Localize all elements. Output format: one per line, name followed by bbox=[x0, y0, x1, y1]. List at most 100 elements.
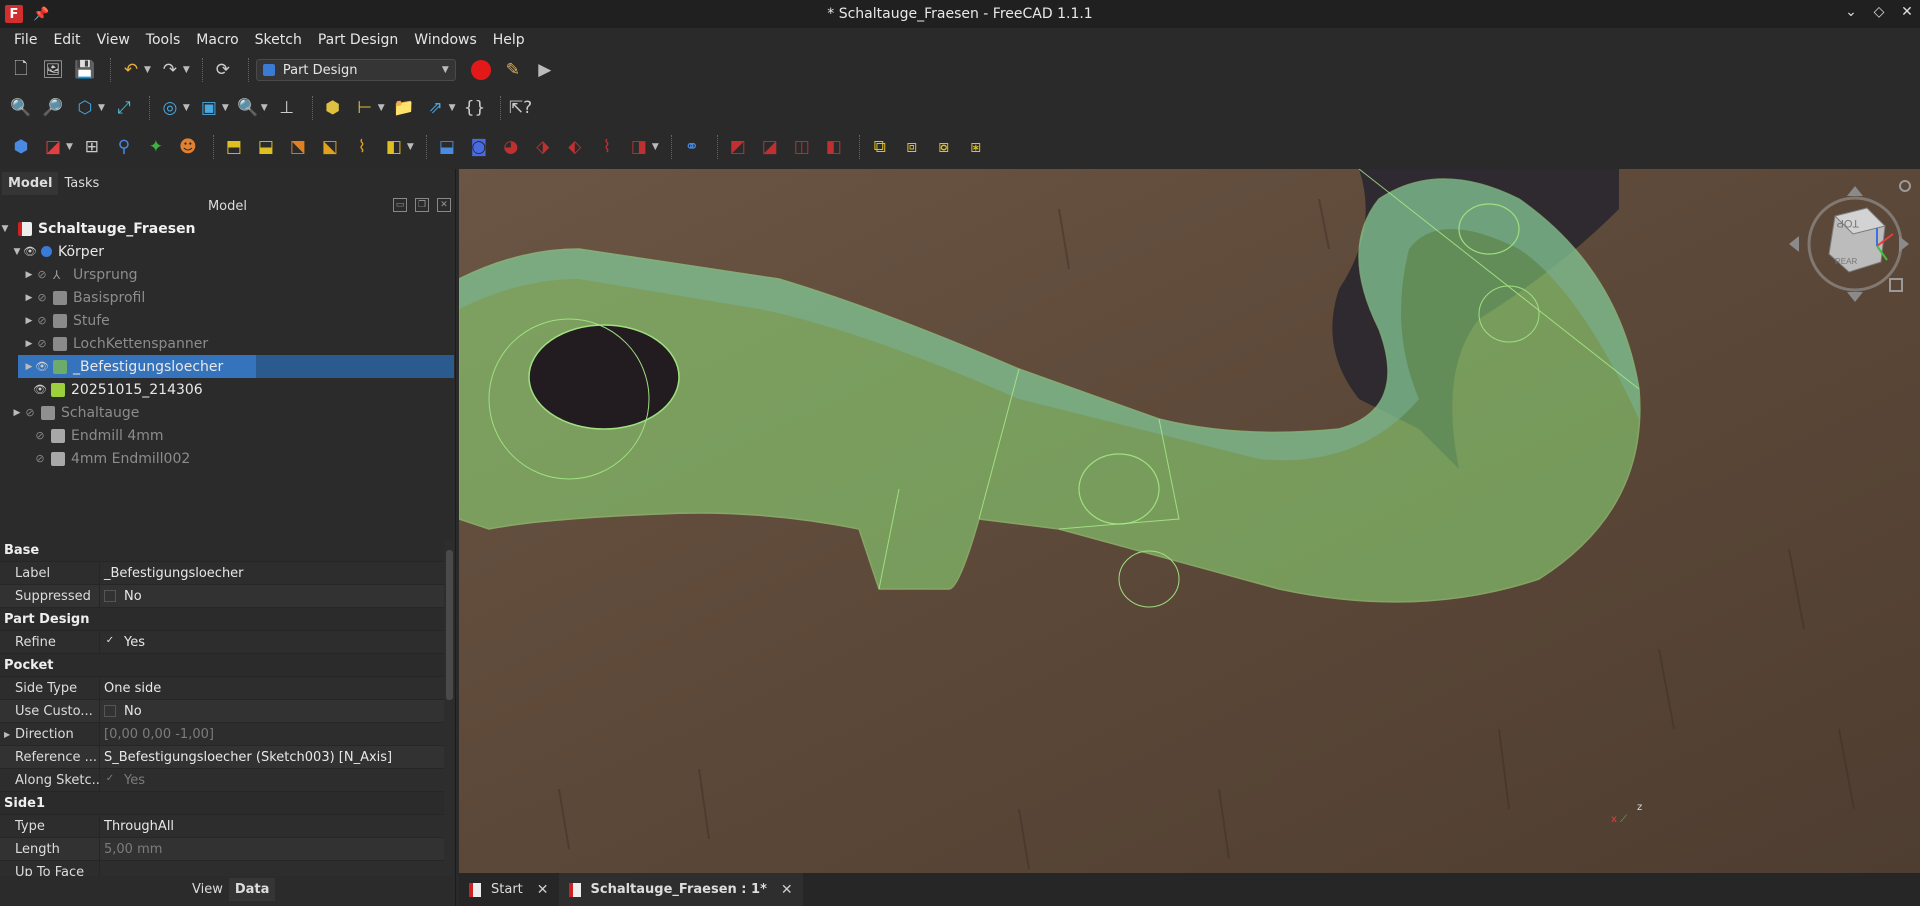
property-value-label[interactable]: _Befestigungsloecher bbox=[100, 566, 244, 581]
expand-arrow-icon[interactable]: ▶ bbox=[24, 270, 34, 280]
multi-transform-icon[interactable]: ⧆ bbox=[963, 134, 989, 160]
draft-icon[interactable]: ◫ bbox=[789, 134, 815, 160]
hidden-eye-icon[interactable]: ⊘ bbox=[32, 429, 48, 442]
menu-file[interactable]: File bbox=[6, 32, 45, 48]
hidden-eye-icon[interactable]: ⊘ bbox=[32, 452, 48, 465]
validate-sketch-icon[interactable]: ⊞ bbox=[79, 134, 105, 160]
tab-start[interactable]: Start ✕ bbox=[459, 873, 559, 906]
hidden-eye-icon[interactable]: ⊘ bbox=[22, 406, 38, 419]
subtractive-primitive-icon[interactable]: ◨ bbox=[626, 134, 652, 160]
tab-view[interactable]: View bbox=[186, 878, 229, 901]
variable-set-icon[interactable]: {} bbox=[462, 95, 488, 121]
property-row-label[interactable]: Label _Befestigungsloecher bbox=[0, 561, 446, 585]
property-row-length[interactable]: Length 5,00 mm bbox=[0, 837, 446, 861]
part-icon[interactable]: ⬢ bbox=[320, 95, 346, 121]
macro-run-icon[interactable]: ▶ bbox=[532, 57, 558, 83]
property-value-direction[interactable]: [0,00 0,00 -1,00] bbox=[100, 727, 214, 742]
property-value-type[interactable]: ThroughAll bbox=[100, 819, 174, 834]
polar-pattern-icon[interactable]: ⧇ bbox=[931, 134, 957, 160]
additive-primitive-icon[interactable]: ◧ bbox=[381, 134, 407, 160]
nav-up-arrow-icon[interactable] bbox=[1847, 186, 1863, 196]
bounding-box-icon[interactable]: ▣ bbox=[196, 95, 222, 121]
tree-item-document[interactable]: ▼ Schaltauge_Fraesen bbox=[0, 217, 456, 240]
sync-view-icon[interactable]: ⤢ bbox=[111, 95, 137, 121]
expand-arrow-icon[interactable]: ▶ bbox=[24, 339, 34, 349]
standard-views-dropdown-icon[interactable]: ▼ bbox=[98, 103, 105, 113]
nav-view-menu-icon[interactable] bbox=[1889, 278, 1903, 292]
new-document-icon[interactable]: 🗋 bbox=[8, 57, 34, 83]
create-body-icon[interactable]: ⬢ bbox=[8, 134, 34, 160]
revolution-icon[interactable]: ⬓ bbox=[253, 134, 279, 160]
check-geometry-icon[interactable]: ⚲ bbox=[111, 134, 137, 160]
property-group-pocket[interactable]: Pocket bbox=[0, 654, 446, 677]
redo-dropdown-icon[interactable]: ▼ bbox=[183, 65, 190, 75]
subtractive-pipe-icon[interactable]: ⬖ bbox=[562, 134, 588, 160]
link-dropdown-icon[interactable]: ▼ bbox=[449, 103, 456, 113]
navigation-cube[interactable]: TOP REAR bbox=[1785, 176, 1915, 306]
property-value-use-custom[interactable]: No bbox=[100, 704, 142, 719]
property-value-along-sketch[interactable]: ✓ Yes bbox=[100, 773, 145, 788]
pocket-icon[interactable]: ⬓ bbox=[434, 134, 460, 160]
zoom-dropdown-icon[interactable]: ▼ bbox=[261, 103, 268, 113]
property-value-suppressed[interactable]: No bbox=[100, 589, 142, 604]
maximize-button[interactable]: ◇ bbox=[1872, 4, 1886, 20]
workbench-selector[interactable]: Part Design ▼ bbox=[255, 59, 456, 81]
fillet-icon[interactable]: ◩ bbox=[725, 134, 751, 160]
thickness-icon[interactable]: ◧ bbox=[821, 134, 847, 160]
boolean-icon[interactable]: ⚭ bbox=[679, 134, 705, 160]
fit-all-icon[interactable]: 🔍 bbox=[8, 95, 34, 121]
property-value-reference[interactable]: S_Befestigungsloecher (Sketch003) [N_Axi… bbox=[100, 750, 392, 765]
collapse-panel-icon[interactable]: ▭ bbox=[393, 198, 407, 212]
chamfer-icon[interactable]: ◪ bbox=[757, 134, 783, 160]
menu-help[interactable]: Help bbox=[485, 32, 533, 48]
macro-edit-icon[interactable]: ✎ bbox=[500, 57, 526, 83]
visibility-eye-icon[interactable]: 👁 bbox=[34, 360, 50, 373]
tree-item-endmill002[interactable]: ⊘ 4mm Endmill002 bbox=[0, 447, 456, 470]
property-scrollbar[interactable] bbox=[444, 540, 454, 876]
mirrored-icon[interactable]: ⧉ bbox=[867, 134, 893, 160]
pad-icon[interactable]: ⬒ bbox=[221, 134, 247, 160]
hidden-eye-icon[interactable]: ⊘ bbox=[34, 314, 50, 327]
property-row-along-sketch[interactable]: Along Sketc... ✓ Yes bbox=[0, 768, 446, 792]
property-row-refine[interactable]: Refine ✓ Yes bbox=[0, 630, 446, 654]
open-document-icon[interactable]: 🖼 bbox=[40, 57, 66, 83]
hidden-eye-icon[interactable]: ⊘ bbox=[34, 268, 50, 281]
bounding-box-dropdown-icon[interactable]: ▼ bbox=[222, 103, 229, 113]
additive-helix-icon[interactable]: ⌇ bbox=[349, 134, 375, 160]
additive-pipe-icon[interactable]: ⬕ bbox=[317, 134, 343, 160]
shape-binder-icon[interactable]: ☻ bbox=[175, 134, 201, 160]
standard-views-icon[interactable]: ⬡ bbox=[72, 95, 98, 121]
property-value-side-type[interactable]: One side bbox=[100, 681, 161, 696]
hidden-eye-icon[interactable]: ⊘ bbox=[34, 291, 50, 304]
additive-primitive-dropdown-icon[interactable]: ▼ bbox=[407, 142, 414, 152]
expand-arrow-icon[interactable]: ▶ bbox=[4, 723, 10, 746]
visibility-eye-icon[interactable]: 👁 bbox=[32, 383, 48, 396]
menu-sketch[interactable]: Sketch bbox=[247, 32, 310, 48]
property-group-part-design[interactable]: Part Design bbox=[0, 608, 446, 631]
tree-item-lochkettenspanner[interactable]: ▶ ⊘ LochKettenspanner bbox=[0, 332, 456, 355]
nav-right-arrow-icon[interactable] bbox=[1899, 236, 1909, 252]
scrollbar-thumb[interactable] bbox=[446, 550, 453, 700]
expand-arrow-icon[interactable]: ▶ bbox=[24, 316, 34, 326]
property-row-use-custom[interactable]: Use Custo... No bbox=[0, 699, 446, 723]
subtractive-loft-icon[interactable]: ⬗ bbox=[530, 134, 556, 160]
along-sketch-checkbox-checked[interactable]: ✓ bbox=[104, 774, 116, 786]
sketch-dropdown-icon[interactable]: ▼ bbox=[66, 142, 73, 152]
subtractive-helix-icon[interactable]: ⌇ bbox=[594, 134, 620, 160]
nav-down-arrow-icon[interactable] bbox=[1847, 292, 1863, 302]
whats-this-icon[interactable]: ⇱? bbox=[508, 95, 534, 121]
menu-macro[interactable]: Macro bbox=[188, 32, 246, 48]
property-value-refine[interactable]: ✓ Yes bbox=[100, 635, 145, 650]
tree-item-origin[interactable]: ▶ ⊘ ⅄ Ursprung bbox=[0, 263, 456, 286]
nav-left-arrow-icon[interactable] bbox=[1789, 236, 1799, 252]
clone-icon[interactable]: ✦ bbox=[143, 134, 169, 160]
3d-viewport[interactable]: x ⟋ z bbox=[459, 169, 1920, 873]
tree-item-sketch-image[interactable]: 👁 20251015_214306 bbox=[0, 378, 456, 401]
property-group-side1[interactable]: Side1 bbox=[0, 792, 446, 815]
draw-style-dropdown-icon[interactable]: ▼ bbox=[183, 103, 190, 113]
zoom-icon[interactable]: 🔍 bbox=[235, 95, 261, 121]
property-row-up-to-face[interactable]: Up To Face bbox=[0, 860, 446, 876]
tab-tasks[interactable]: Tasks bbox=[58, 172, 105, 195]
axis-dropdown-icon[interactable]: ▼ bbox=[378, 103, 385, 113]
additive-loft-icon[interactable]: ⬔ bbox=[285, 134, 311, 160]
